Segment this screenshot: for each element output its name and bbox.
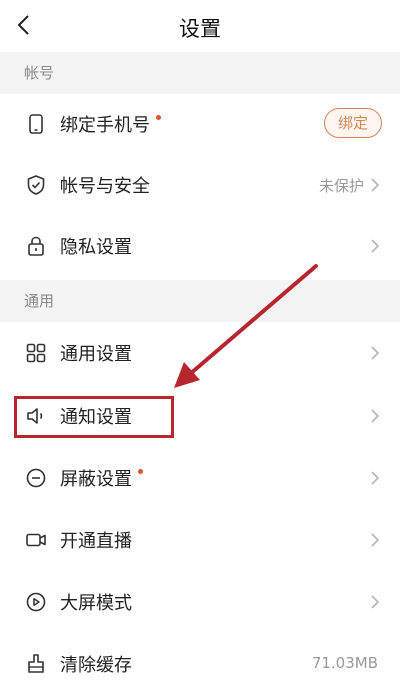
annotation-arrow — [174, 264, 318, 388]
